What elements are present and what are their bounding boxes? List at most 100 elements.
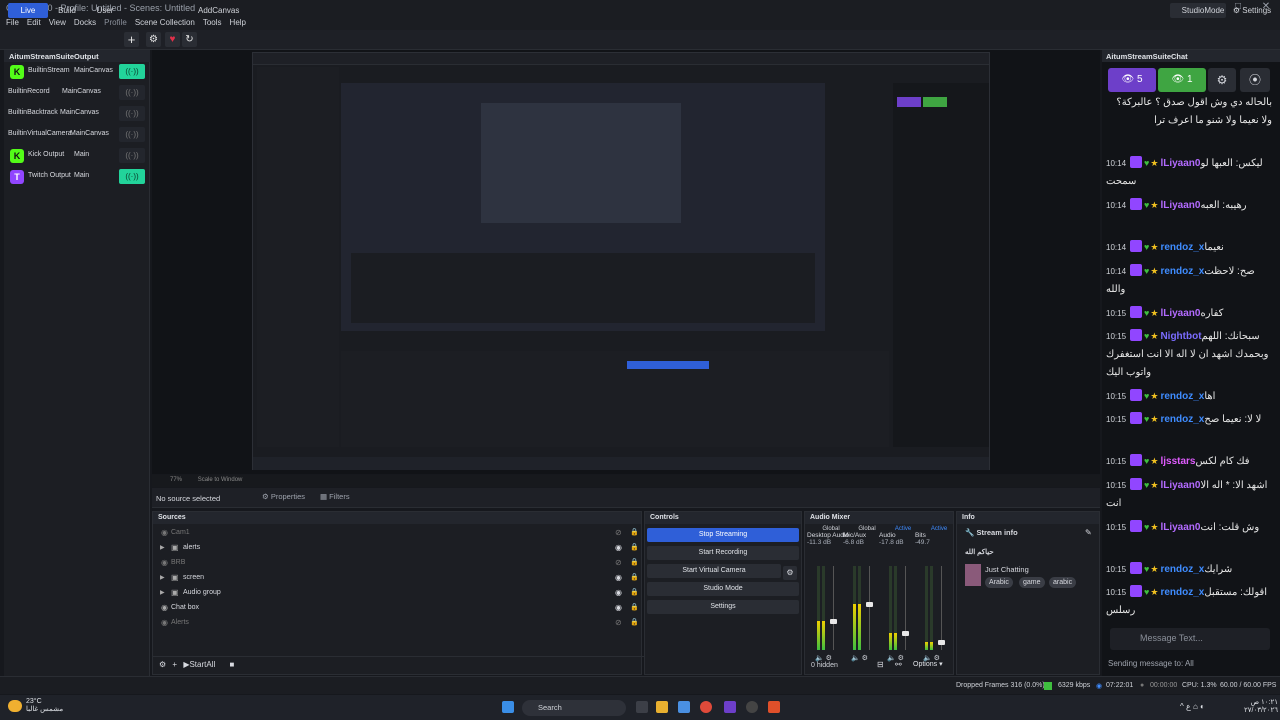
menu-help[interactable]: Help bbox=[230, 16, 246, 30]
heart-icon[interactable]: ♥ bbox=[165, 32, 180, 47]
message-user[interactable]: lLiyaan0 bbox=[1160, 200, 1200, 211]
volume-slider[interactable] bbox=[830, 566, 837, 650]
tray-icons[interactable]: ^ ع ⌂ ◐ bbox=[1180, 702, 1205, 711]
brave-icon[interactable] bbox=[768, 701, 780, 713]
lock-icon[interactable]: 🔒 bbox=[630, 528, 639, 536]
volume-knob[interactable] bbox=[938, 639, 945, 645]
visibility-icon[interactable]: ⊘ bbox=[615, 618, 622, 627]
message-user[interactable]: rendoz_x bbox=[1160, 564, 1204, 575]
visibility-icon[interactable]: ◉ bbox=[615, 603, 622, 612]
stop-streaming-button[interactable]: Stop Streaming bbox=[647, 528, 799, 542]
store-icon[interactable] bbox=[678, 701, 690, 713]
menu-file[interactable]: File bbox=[6, 16, 19, 30]
refresh-icon[interactable]: ↻ bbox=[182, 32, 197, 47]
obs-icon[interactable] bbox=[724, 701, 736, 713]
settings-button[interactable]: Settings bbox=[647, 600, 799, 614]
menu-docks[interactable]: Docks bbox=[74, 16, 96, 30]
message-user[interactable]: lLiyaan0 bbox=[1160, 308, 1200, 319]
viewer-count[interactable]: 👁 5 bbox=[1108, 68, 1156, 92]
visibility-icon[interactable]: ◉ bbox=[615, 573, 622, 582]
lock-icon[interactable]: 🔒 bbox=[630, 618, 639, 626]
start-all-button[interactable]: ▶StartAll bbox=[183, 660, 215, 669]
volume-knob[interactable] bbox=[830, 618, 837, 624]
message-user[interactable]: lLiyaan0 bbox=[1160, 158, 1200, 169]
mute-icon[interactable]: 🔈 ⚙ bbox=[815, 654, 832, 662]
source-item[interactable]: ◉ Chat box ◉ 🔒 bbox=[157, 601, 639, 616]
lock-icon[interactable]: 🔒 bbox=[630, 573, 639, 581]
gear-icon[interactable]: ⚙ bbox=[1208, 68, 1236, 92]
start-virtual-camera-button[interactable]: Start Virtual Camera bbox=[647, 564, 781, 578]
message-user[interactable]: Nightbot bbox=[1160, 331, 1201, 342]
message-user[interactable]: lLiyaan0 bbox=[1160, 522, 1200, 533]
expand-icon[interactable]: ▶ bbox=[160, 589, 165, 596]
build-mode-button[interactable]: Build bbox=[56, 3, 78, 18]
gear-icon[interactable]: ⚙ bbox=[783, 566, 797, 580]
scale-mode[interactable]: Scale to Window bbox=[198, 477, 243, 483]
chrome-icon[interactable] bbox=[700, 701, 712, 713]
source-item[interactable]: ◉ Cam1 ⊘ 🔒 bbox=[157, 526, 639, 541]
menu-profile[interactable]: Profile bbox=[104, 16, 127, 30]
weather-widget[interactable]: 23°C مشمس غالبا bbox=[26, 698, 63, 714]
output-toggle-button[interactable]: ((·)) bbox=[119, 64, 145, 79]
filters-button[interactable]: ▦ Filters bbox=[320, 492, 350, 501]
layout-icon[interactable]: ⊟ bbox=[877, 660, 884, 669]
mute-icon[interactable]: 🔈 ⚙ bbox=[851, 654, 868, 662]
studio-mode-button[interactable]: StudioMode bbox=[1170, 3, 1226, 18]
app-icon[interactable] bbox=[746, 701, 758, 713]
source-item[interactable]: ▶ ▣ alerts ◉ 🔒 bbox=[157, 541, 639, 556]
user-mode-button[interactable]: User bbox=[94, 3, 116, 18]
lock-icon[interactable]: 🔒 bbox=[630, 558, 639, 566]
visibility-icon[interactable]: ⊘ bbox=[615, 528, 622, 537]
edit-icon[interactable]: ✎ bbox=[1085, 528, 1092, 537]
source-item[interactable]: ▶ ▣ Audio group ◉ 🔒 bbox=[157, 586, 639, 601]
add-icon[interactable]: + bbox=[172, 660, 177, 669]
stop-icon[interactable]: ■ bbox=[230, 660, 235, 669]
message-user[interactable]: rendoz_x bbox=[1160, 587, 1204, 598]
start-recording-button[interactable]: Start Recording bbox=[647, 546, 799, 560]
message-user[interactable]: ljsstars bbox=[1160, 456, 1195, 467]
message-user[interactable]: rendoz_x bbox=[1160, 242, 1204, 253]
message-user[interactable]: rendoz_x bbox=[1160, 266, 1204, 277]
studio-mode-button[interactable]: Studio Mode bbox=[647, 582, 799, 596]
lock-icon[interactable]: 🔒 bbox=[630, 603, 639, 611]
volume-knob[interactable] bbox=[902, 631, 909, 637]
volume-slider[interactable] bbox=[938, 566, 945, 650]
expand-icon[interactable]: ▶ bbox=[160, 544, 165, 551]
add-icon[interactable]: + bbox=[124, 32, 139, 47]
expand-icon[interactable]: ▶ bbox=[160, 574, 165, 581]
zoom-level[interactable]: 77% bbox=[170, 477, 182, 483]
gear-icon[interactable]: ⚙ bbox=[146, 32, 161, 47]
visibility-icon[interactable]: ⊘ bbox=[615, 558, 622, 567]
live-mode-button[interactable]: Live bbox=[8, 3, 48, 18]
add-canvas-button[interactable]: AddCanvas bbox=[198, 3, 239, 18]
volume-knob[interactable] bbox=[866, 601, 873, 607]
message-input[interactable]: Message Text... bbox=[1110, 628, 1270, 650]
output-toggle-button[interactable]: ((·)) bbox=[119, 127, 145, 142]
lock-icon[interactable]: 🔒 bbox=[630, 543, 639, 551]
output-toggle-button[interactable]: ((·)) bbox=[119, 169, 145, 184]
message-user[interactable]: rendoz_x bbox=[1160, 391, 1204, 402]
message-user[interactable]: rendoz_x bbox=[1160, 414, 1204, 425]
gear-icon[interactable]: ⚙ bbox=[159, 660, 166, 669]
volume-slider[interactable] bbox=[902, 566, 909, 650]
menu-tools[interactable]: Tools bbox=[203, 16, 222, 30]
volume-slider[interactable] bbox=[866, 566, 873, 650]
message-user[interactable]: lLiyaan0 bbox=[1160, 480, 1200, 491]
menu-scene-collection[interactable]: Scene Collection bbox=[135, 16, 195, 30]
visibility-icon[interactable]: ◉ bbox=[615, 543, 622, 552]
task-view-icon[interactable] bbox=[636, 701, 648, 713]
settings-button[interactable]: ⚙ Settings bbox=[1230, 3, 1274, 18]
output-toggle-button[interactable]: ((·)) bbox=[119, 148, 145, 163]
taskbar-search[interactable]: Search bbox=[522, 700, 626, 716]
popout-icon[interactable]: ⦿ bbox=[1240, 68, 1270, 92]
output-toggle-button[interactable]: ((·)) bbox=[119, 106, 145, 121]
start-icon[interactable] bbox=[502, 701, 514, 713]
source-item[interactable]: ◉ Alerts ⊘ 🔒 bbox=[157, 616, 639, 631]
source-item[interactable]: ◉ BRB ⊘ 🔒 bbox=[157, 556, 639, 571]
menu-view[interactable]: View bbox=[49, 16, 66, 30]
menu-edit[interactable]: Edit bbox=[27, 16, 41, 30]
output-toggle-button[interactable]: ((·)) bbox=[119, 85, 145, 100]
active-count[interactable]: 👁 1 bbox=[1158, 68, 1206, 92]
options-button[interactable]: Options ▾ bbox=[913, 660, 943, 668]
source-item[interactable]: ▶ ▣ screen ◉ 🔒 bbox=[157, 571, 639, 586]
